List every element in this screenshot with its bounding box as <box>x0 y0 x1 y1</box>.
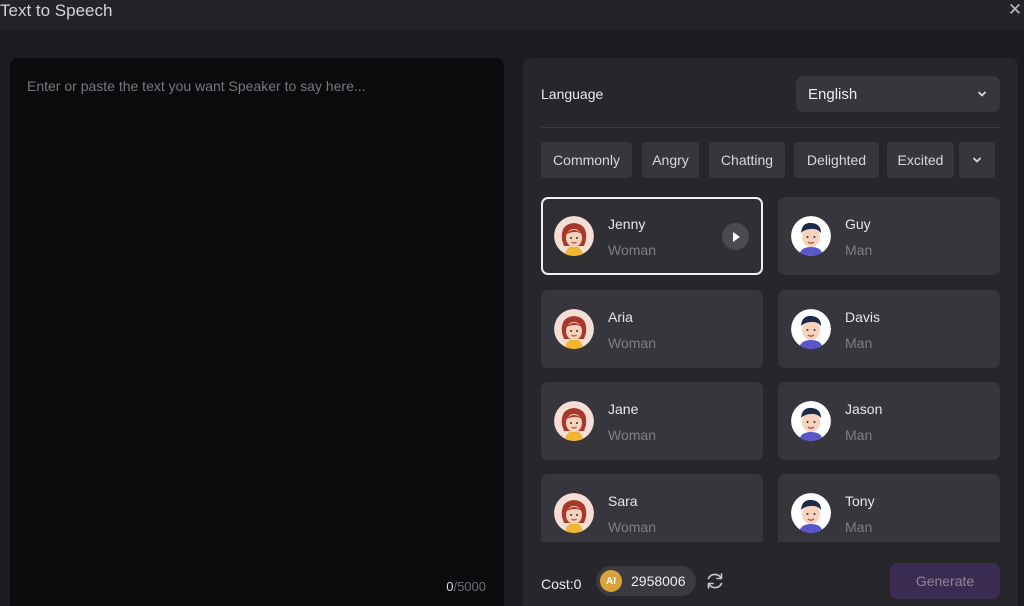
voice-settings-panel: Language English Commonly Angry Chatting… <box>523 58 1018 606</box>
voice-card-sara[interactable]: Sara Woman <box>541 474 763 542</box>
voice-gender: Woman <box>608 427 656 443</box>
tag-chatting[interactable]: Chatting <box>709 142 785 178</box>
voice-card-aria[interactable]: Aria Woman <box>541 290 763 368</box>
speech-text-input[interactable] <box>10 58 504 606</box>
voice-gender: Woman <box>608 242 656 258</box>
window-title: Text to Speech <box>0 1 113 20</box>
credits-badge: AI 2958006 <box>596 566 696 596</box>
voice-name: Guy <box>845 216 871 232</box>
close-icon[interactable]: ✕ <box>1006 1 1024 20</box>
voice-name: Jason <box>845 401 883 417</box>
cost-label: Cost:0 <box>541 576 582 592</box>
voice-gender: Man <box>845 519 873 535</box>
voice-gender: Man <box>845 335 873 351</box>
voice-gender: Man <box>845 242 873 258</box>
play-preview-button[interactable] <box>722 223 749 250</box>
voice-list: Jenny Woman Guy Man Aria Woman Davis Man… <box>541 197 1001 542</box>
voice-name: Tony <box>845 493 875 509</box>
avatar <box>554 493 594 533</box>
voice-card-guy[interactable]: Guy Man <box>778 197 1000 275</box>
text-editor-panel: 0/5000 <box>10 58 504 606</box>
credits-amount: 2958006 <box>631 573 686 589</box>
voice-card-jason[interactable]: Jason Man <box>778 382 1000 460</box>
language-value: English <box>808 85 858 103</box>
language-select[interactable]: English <box>796 76 1000 112</box>
generate-button[interactable]: Generate <box>890 563 1000 599</box>
voice-card-jane[interactable]: Jane Woman <box>541 382 763 460</box>
character-max: /5000 <box>453 579 486 594</box>
divider <box>541 127 1000 128</box>
voice-gender: Woman <box>608 335 656 351</box>
avatar <box>791 401 831 441</box>
voice-card-davis[interactable]: Davis Man <box>778 290 1000 368</box>
voice-name: Sara <box>608 493 638 509</box>
title-bar: Text to Speech ✕ <box>0 0 1024 30</box>
footer: Cost:0 AI 2958006 Generate <box>523 563 1018 606</box>
voice-name: Jenny <box>608 216 646 232</box>
tag-excited[interactable]: Excited <box>887 142 954 178</box>
voice-name: Davis <box>845 309 881 325</box>
chevron-down-icon <box>973 157 981 163</box>
voice-name: Aria <box>608 309 633 325</box>
avatar <box>554 309 594 349</box>
chevron-down-icon <box>978 91 986 97</box>
tag-delighted[interactable]: Delighted <box>794 142 879 178</box>
voice-card-jenny[interactable]: Jenny Woman <box>541 197 763 275</box>
more-tags-button[interactable] <box>959 142 995 178</box>
avatar <box>791 493 831 533</box>
voice-name: Jane <box>608 401 639 417</box>
tag-commonly[interactable]: Commonly <box>541 142 632 178</box>
character-counter: 0/5000 <box>446 579 486 594</box>
voice-gender: Woman <box>608 519 656 535</box>
play-icon <box>732 231 740 242</box>
language-label: Language <box>541 86 604 102</box>
avatar <box>554 401 594 441</box>
tag-angry[interactable]: Angry <box>642 142 699 178</box>
voice-card-tony[interactable]: Tony Man <box>778 474 1000 542</box>
voice-gender: Man <box>845 427 873 443</box>
avatar <box>554 216 594 256</box>
coin-icon: AI <box>600 570 622 592</box>
avatar <box>791 216 831 256</box>
refresh-icon[interactable] <box>704 570 726 592</box>
avatar <box>791 309 831 349</box>
